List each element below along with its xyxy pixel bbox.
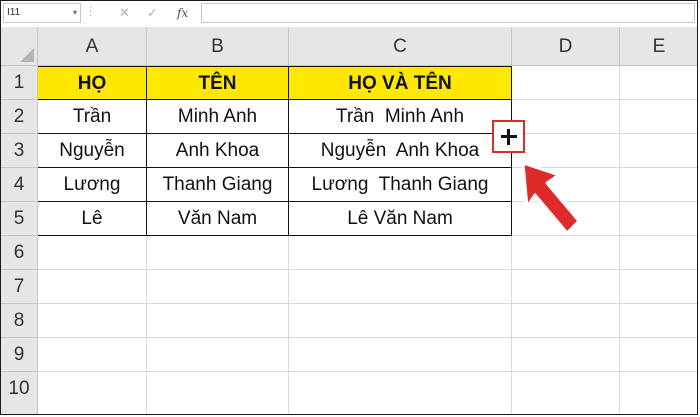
cell-d6[interactable] — [512, 236, 620, 270]
row-header-7[interactable]: 7 — [1, 270, 38, 304]
row-header-8[interactable]: 8 — [1, 304, 38, 338]
cell-e3[interactable] — [620, 134, 697, 168]
name-box-value: I11 — [7, 7, 21, 18]
cell-b9[interactable] — [147, 338, 289, 372]
plus-icon-vertical — [507, 129, 510, 145]
cell-c6[interactable] — [289, 236, 512, 270]
row-header-3[interactable]: 3 — [1, 134, 38, 168]
cell-e1[interactable] — [620, 66, 697, 100]
cell-c8[interactable] — [289, 304, 512, 338]
cell-c10[interactable] — [289, 372, 512, 414]
cell-a3[interactable]: Nguyễn — [38, 134, 147, 168]
cell-d8[interactable] — [512, 304, 620, 338]
column-header-d[interactable]: D — [512, 27, 620, 66]
cell-b8[interactable] — [147, 304, 289, 338]
cell-e6[interactable] — [620, 236, 697, 270]
cell-e8[interactable] — [620, 304, 697, 338]
cell-d2[interactable] — [512, 100, 620, 134]
column-header-b[interactable]: B — [147, 27, 289, 66]
name-box[interactable]: I11 ▾ — [3, 3, 81, 23]
cell-e5[interactable] — [620, 202, 697, 236]
cell-d1[interactable] — [512, 66, 620, 100]
cell-b4[interactable]: Thanh Giang — [147, 168, 289, 202]
formula-input[interactable] — [201, 3, 695, 23]
fx-icon[interactable]: fx — [177, 4, 188, 22]
select-all-corner[interactable] — [1, 27, 38, 66]
cell-b1[interactable]: TÊN — [147, 66, 289, 100]
cell-b7[interactable] — [147, 270, 289, 304]
row-header-6[interactable]: 6 — [1, 236, 38, 270]
cell-e10[interactable] — [620, 372, 697, 414]
cell-c1[interactable]: HỌ VÀ TÊN — [289, 66, 512, 100]
cell-b5[interactable]: Văn Nam — [147, 202, 289, 236]
row-header-5[interactable]: 5 — [1, 202, 38, 236]
cell-e9[interactable] — [620, 338, 697, 372]
cell-a9[interactable] — [38, 338, 147, 372]
cell-c9[interactable] — [289, 338, 512, 372]
row-header-10[interactable]: 10 — [1, 372, 38, 414]
chevron-down-icon[interactable]: ▾ — [73, 4, 77, 22]
cell-b3[interactable]: Anh Khoa — [147, 134, 289, 168]
spreadsheet-window: I11 ▾ · · · ✕ ✓ fx A B C D E 1 2 3 4 5 6 7… — [0, 0, 698, 415]
cell-a4[interactable]: Lương — [38, 168, 147, 202]
cell-a1[interactable]: HỌ — [38, 66, 147, 100]
cell-d7[interactable] — [512, 270, 620, 304]
formula-bar: I11 ▾ · · · ✕ ✓ fx — [1, 1, 697, 28]
cell-b6[interactable] — [147, 236, 289, 270]
arrow-icon — [521, 161, 581, 235]
cell-e7[interactable] — [620, 270, 697, 304]
cell-a2[interactable]: Trần — [38, 100, 147, 134]
cell-b2[interactable]: Minh Anh — [147, 100, 289, 134]
cell-a10[interactable] — [38, 372, 147, 414]
column-header-c[interactable]: C — [289, 27, 512, 66]
cell-c7[interactable] — [289, 270, 512, 304]
cell-d10[interactable] — [512, 372, 620, 414]
cell-a8[interactable] — [38, 304, 147, 338]
cell-c4[interactable]: Lương Thanh Giang — [289, 168, 512, 202]
cell-b10[interactable] — [147, 372, 289, 414]
cell-c3[interactable]: Nguyễn Anh Khoa — [289, 134, 512, 168]
check-icon[interactable]: ✓ — [147, 4, 158, 22]
cell-a6[interactable] — [38, 236, 147, 270]
close-icon[interactable]: ✕ — [119, 4, 130, 22]
cell-c5[interactable]: Lê Văn Nam — [289, 202, 512, 236]
cell-a5[interactable]: Lê — [38, 202, 147, 236]
column-header-e[interactable]: E — [620, 27, 697, 66]
row-header-9[interactable]: 9 — [1, 338, 38, 372]
column-header-a[interactable]: A — [38, 27, 147, 66]
select-all-icon — [20, 48, 34, 62]
fill-handle[interactable] — [492, 120, 525, 153]
cell-a7[interactable] — [38, 270, 147, 304]
row-header-4[interactable]: 4 — [1, 168, 38, 202]
drag-handle-icon[interactable]: · · · — [89, 3, 93, 21]
row-header-1[interactable]: 1 — [1, 66, 38, 100]
cell-c2[interactable]: Trần Minh Anh — [289, 100, 512, 134]
cell-e4[interactable] — [620, 168, 697, 202]
row-header-2[interactable]: 2 — [1, 100, 38, 134]
cell-e2[interactable] — [620, 100, 697, 134]
cell-d9[interactable] — [512, 338, 620, 372]
